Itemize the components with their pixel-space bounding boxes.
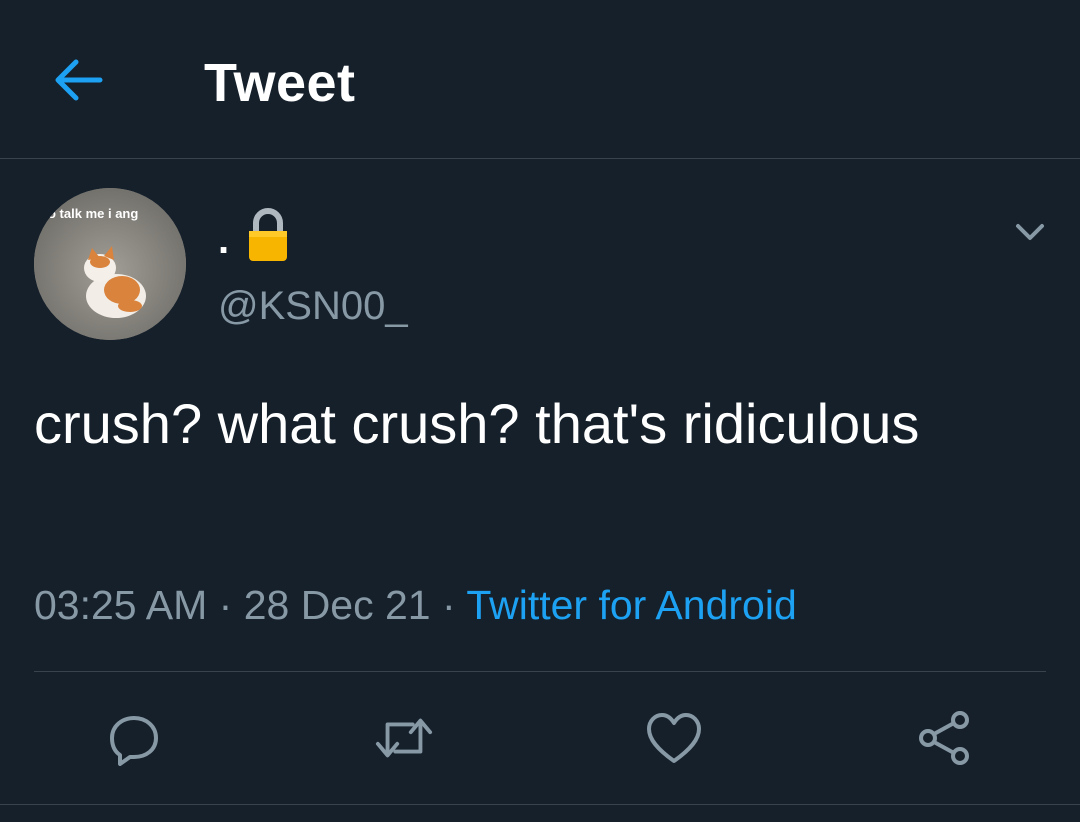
avatar[interactable]: o talk me i ang [34,188,186,340]
display-name[interactable]: . [218,200,289,270]
like-button[interactable] [644,708,704,768]
tweet-time: 03:25 AM [34,582,208,628]
lock-emoji-icon [249,208,288,261]
share-icon [919,711,969,765]
divider [34,671,1046,672]
tweet-actions-bar [0,700,1080,772]
tweet-menu-button[interactable] [1010,212,1050,252]
share-button[interactable] [914,708,974,768]
reply-button[interactable] [104,708,164,768]
like-icon [647,713,701,763]
page-title: Tweet [204,53,356,113]
user-handle[interactable]: @KSN00_ [218,284,408,329]
meta-separator: · [442,582,456,628]
retweet-icon [375,718,433,758]
retweet-button[interactable] [374,708,434,768]
tweet-source-link[interactable]: Twitter for Android [466,582,796,628]
divider [0,804,1080,805]
display-name-text: . [218,218,230,262]
arrow-left-icon [55,59,103,101]
reply-icon [110,716,158,766]
avatar-caption: o talk me i ang [48,206,139,221]
chevron-down-icon [1016,224,1044,240]
back-button[interactable] [48,50,108,110]
top-app-bar: Tweet [0,0,1080,159]
tweet-date: 28 Dec 21 [243,582,431,628]
tweet-metadata: 03:25 AM · 28 Dec 21 · Twitter for Andro… [34,582,797,629]
meta-separator: · [218,582,233,628]
tweet-text: crush? what crush? that's ridiculous [34,392,920,455]
